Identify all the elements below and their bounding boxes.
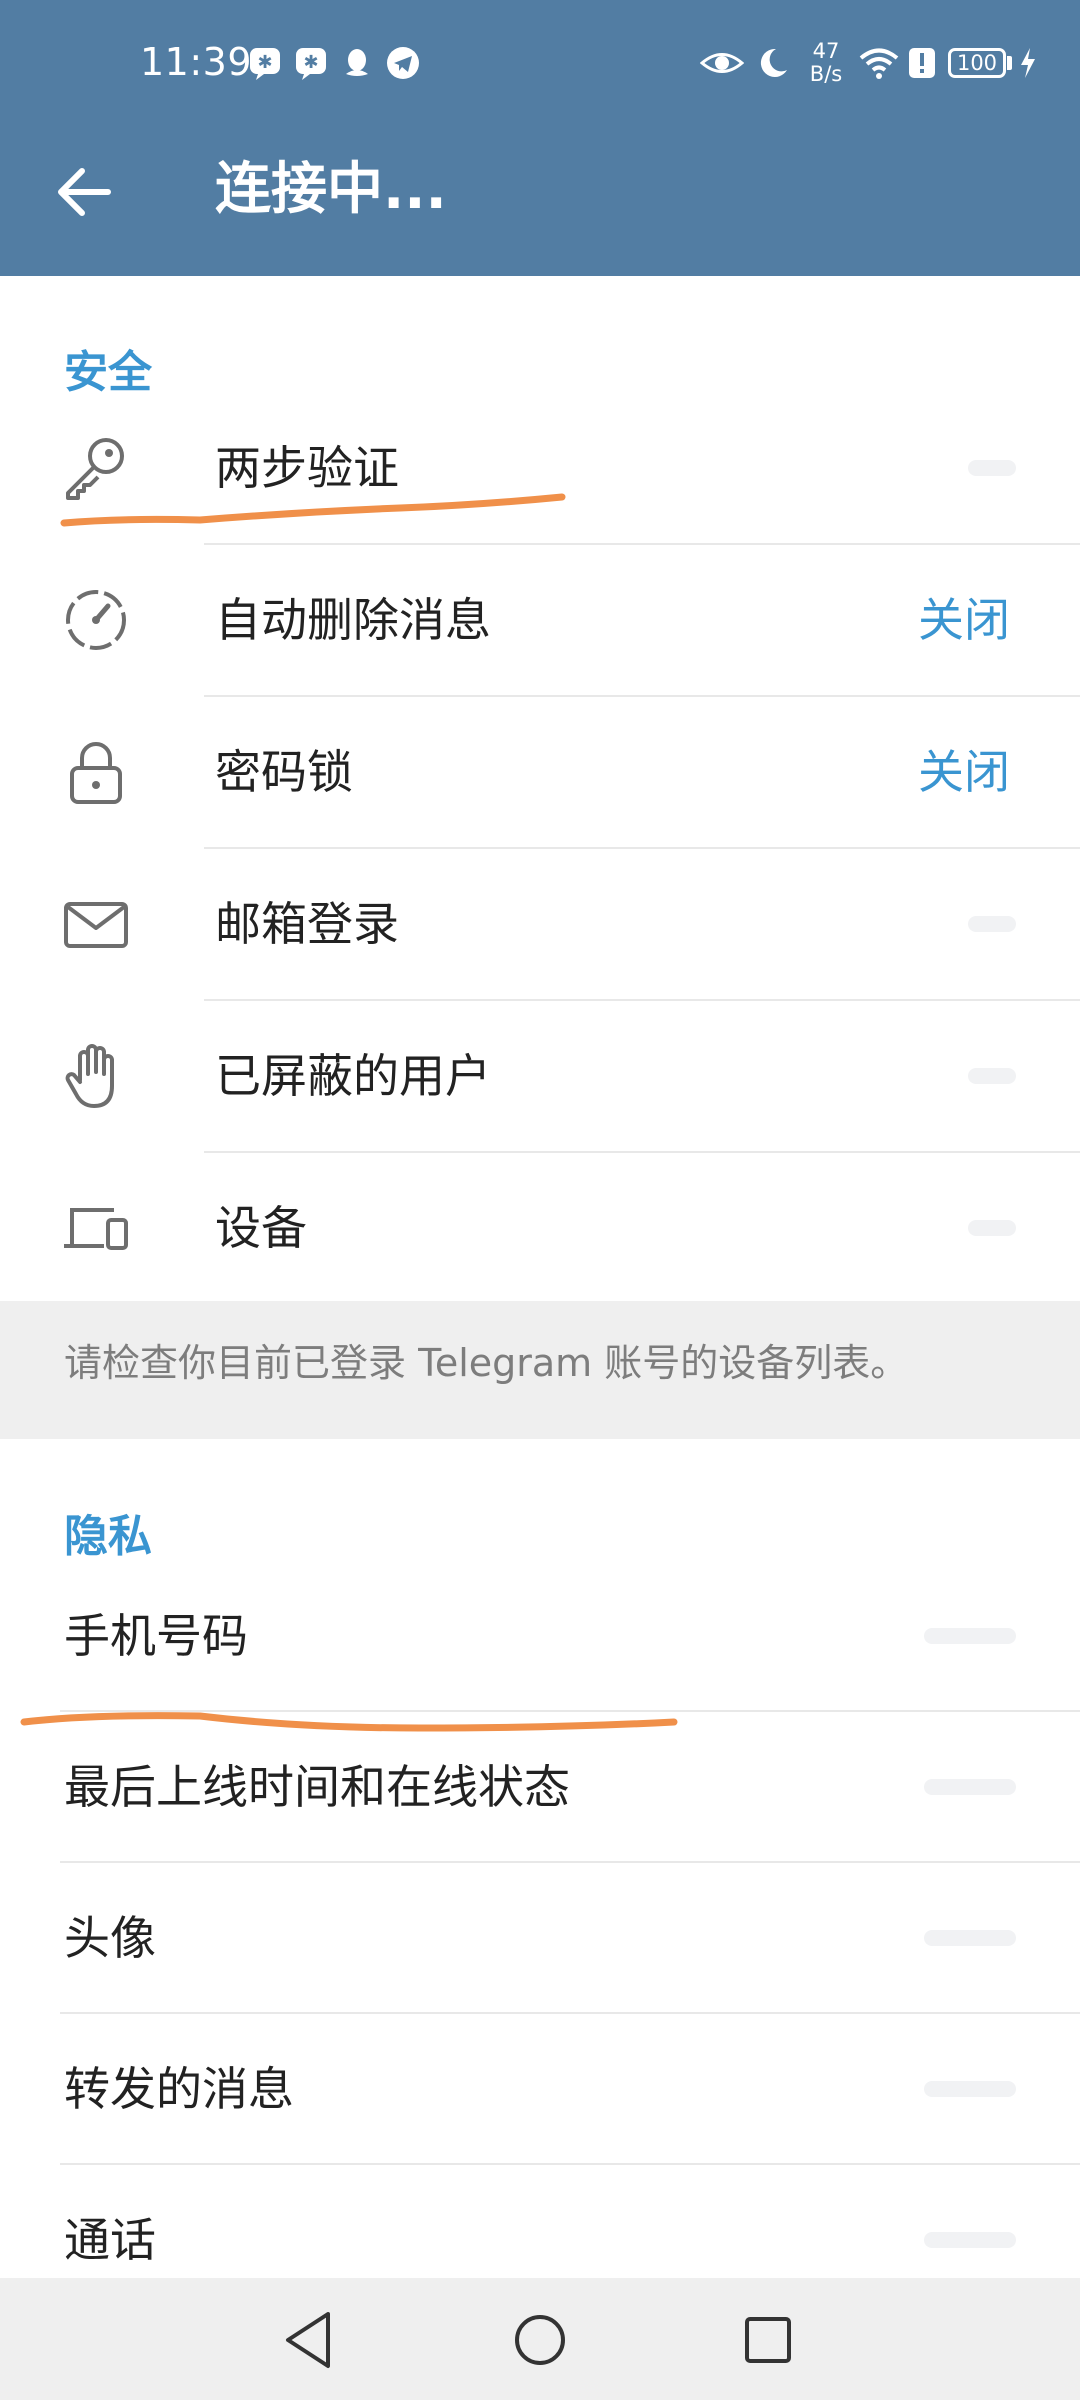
loading-placeholder — [968, 1068, 1016, 1084]
hand-icon — [65, 1044, 114, 1108]
row-auto-delete-messages[interactable]: 自动删除消息 关闭 — [0, 545, 1080, 695]
lock-icon — [70, 742, 122, 804]
charging-icon — [1021, 48, 1035, 78]
wifi-icon — [859, 48, 899, 79]
row-phone-number[interactable]: 手机号码 — [0, 1561, 1080, 1711]
loading-placeholder — [924, 2081, 1016, 2097]
loading-placeholder — [968, 1220, 1016, 1236]
row-label: 两步验证 — [215, 441, 399, 495]
alert-icon — [909, 48, 935, 78]
row-passcode-lock[interactable]: 密码锁 关闭 — [0, 697, 1080, 847]
row-label: 邮箱登录 — [215, 897, 399, 951]
row-email-login[interactable]: 邮箱登录 — [0, 849, 1080, 999]
loading-placeholder — [924, 2232, 1016, 2248]
home-circle-icon[interactable] — [500, 2300, 580, 2380]
row-label: 自动删除消息 — [215, 593, 491, 647]
row-profile-photo[interactable]: 头像 — [0, 1863, 1080, 2013]
arrow-left-icon[interactable] — [52, 160, 116, 224]
back-triangle-icon[interactable] — [270, 2300, 350, 2380]
row-devices[interactable]: 设备 — [0, 1153, 1080, 1303]
loading-placeholder — [968, 916, 1016, 932]
timer-icon — [66, 590, 126, 650]
recents-square-icon[interactable] — [728, 2300, 808, 2380]
row-label: 手机号码 — [64, 1609, 248, 1663]
devices-icon — [64, 1208, 128, 1250]
key-icon — [66, 438, 124, 500]
chat-app-icon: ✱ — [250, 48, 280, 80]
chat-app-icon: ✱ — [296, 48, 326, 80]
svg-text:✱: ✱ — [303, 52, 318, 73]
status-bar: 11:39 ✱ ✱ 47 B/s 100 — [0, 0, 1080, 130]
moon-icon — [760, 48, 787, 77]
battery-tip — [1007, 56, 1012, 70]
loading-placeholder — [924, 1628, 1016, 1644]
row-blocked-users[interactable]: 已屏蔽的用户 — [0, 1001, 1080, 1151]
row-two-step-verification[interactable]: 两步验证 — [0, 393, 1080, 543]
row-label: 转发的消息 — [64, 2062, 294, 2116]
mail-icon — [64, 902, 128, 948]
qq-icon — [346, 49, 368, 76]
eye-icon — [700, 53, 744, 73]
loading-placeholder — [924, 1930, 1016, 1946]
row-value: 关闭 — [918, 745, 1010, 799]
status-time: 11:39 — [140, 40, 253, 84]
row-forwarded-messages[interactable]: 转发的消息 — [0, 2014, 1080, 2164]
net-speed-value: 47 — [812, 39, 840, 63]
net-speed: 47 B/s — [804, 40, 848, 86]
telegram-icon — [387, 47, 419, 79]
svg-text:✱: ✱ — [257, 52, 272, 73]
row-label: 最后上线时间和在线状态 — [64, 1760, 570, 1814]
net-speed-unit: B/s — [809, 62, 843, 86]
row-last-seen[interactable]: 最后上线时间和在线状态 — [0, 1712, 1080, 1862]
section-header-privacy: 隐私 — [64, 1511, 152, 1562]
row-value: 关闭 — [918, 593, 1010, 647]
section-header-security: 安全 — [64, 347, 152, 398]
top-bar: 11:39 ✱ ✱ 47 B/s 100 连接中... — [0, 0, 1080, 276]
battery-icon: 100 — [948, 48, 1006, 78]
row-label: 头像 — [64, 1911, 156, 1965]
devices-info-box: 请检查你目前已登录 Telegram 账号的设备列表。 — [0, 1301, 1080, 1439]
loading-placeholder — [968, 460, 1016, 476]
loading-placeholder — [924, 1779, 1016, 1795]
page-title: 连接中... — [215, 157, 447, 222]
row-label: 密码锁 — [215, 745, 353, 799]
row-label: 已屏蔽的用户 — [215, 1049, 491, 1103]
system-nav-bar — [0, 2278, 1080, 2400]
devices-info-text: 请检查你目前已登录 Telegram 账号的设备列表。 — [64, 1341, 909, 1385]
row-label: 设备 — [215, 1201, 307, 1255]
